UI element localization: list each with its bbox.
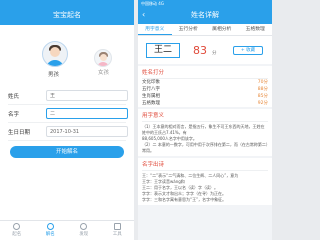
name-detail-screen: 中国移动 4G ‹ 姓名详解 用字意义 五行分析 属相分析 五格数理 王二 83… (138, 0, 272, 240)
girl-avatar-icon[interactable] (94, 49, 112, 67)
baby-naming-screen: 宝宝起名 男孩 女孩 姓氏 王 名字 二 生日日期 2017-10-31 开始解… (0, 0, 134, 240)
birthdate-label: 生日日期 (8, 130, 31, 136)
score-row: 文化印象 70分 (142, 80, 268, 85)
start-analysis-button[interactable]: 开始解名 (10, 146, 124, 158)
analysis-icon (46, 223, 54, 230)
score-row: 生肖属相 85分 (142, 94, 268, 99)
tab-numerology[interactable]: 五格数理 (239, 24, 273, 35)
tab-discover[interactable]: 发现 (67, 221, 101, 240)
detail-tabs: 用字意义 五行分析 属相分析 五格数理 (138, 24, 272, 36)
birthdate-row: 生日日期 2017-10-31 (8, 123, 128, 141)
tab-tools[interactable]: 工具 (101, 221, 135, 240)
meaning-section: 用字意义 （1）王本意的相对而言，是指五行，象生不可王东西的天地，王姓在姓中的王… (138, 109, 272, 156)
meaning-text: （1）王本意的相对而言，是指五行，象生不可王东西的天地，王姓在姓中的王氏占7.4… (142, 124, 268, 153)
girl-label[interactable]: 女孩 (98, 68, 109, 76)
tab-analysis[interactable]: 解名 (34, 221, 68, 240)
score-section: 姓名打分 文化印象 70分 五行八字 88分 生肖属相 85分 五格数理 92分 (138, 66, 272, 107)
score-row: 五格数理 92分 (142, 101, 268, 106)
section-title: 用字意义 (142, 109, 268, 122)
page-title: 姓名详解 (191, 11, 219, 19)
score-card: 王二 83 分 + 收藏 (138, 36, 272, 64)
poem-section: 名字出诗 王：“二”表示“二气清和、二位生辉、二人同心”，意为 王字：王字读音w… (138, 158, 272, 205)
page-header: ‹ 姓名详解 (138, 7, 272, 24)
score-row: 五行八字 88分 (142, 87, 268, 92)
page-title: 宝宝起名 (0, 7, 134, 25)
compass-icon (80, 223, 88, 230)
surname-label: 姓氏 (8, 94, 20, 100)
section-title: 名字出诗 (142, 158, 268, 171)
status-bar: 中国移动 4G (138, 0, 272, 7)
poem-text: 王：“二”表示“二气清和、二位生辉、二人同心”，意为 王字：王字读音wáng和 … (142, 173, 239, 202)
naming-icon (13, 223, 21, 230)
name-label: 名字 (8, 112, 20, 118)
status-bar (0, 0, 134, 7)
surname-input[interactable]: 王 (46, 90, 128, 101)
gender-selector: 男孩 女孩 (0, 25, 134, 87)
tab-zodiac[interactable]: 属相分析 (205, 24, 239, 35)
boy-avatar-icon[interactable] (42, 41, 68, 67)
birthdate-picker[interactable]: 2017-10-31 (46, 126, 128, 137)
back-icon[interactable]: ‹ (142, 7, 145, 23)
name-input[interactable]: 二 (46, 108, 128, 119)
tools-icon (113, 223, 121, 230)
tab-naming[interactable]: 起名 (0, 221, 34, 240)
section-title: 姓名打分 (142, 66, 268, 79)
tab-five-elements[interactable]: 五行分析 (172, 24, 206, 35)
collect-button[interactable]: + 收藏 (233, 46, 263, 55)
surname-row: 姓氏 王 (8, 87, 128, 105)
total-score: 83 (193, 44, 207, 57)
analyzed-name: 王二 (146, 43, 180, 58)
boy-label[interactable]: 男孩 (48, 70, 59, 78)
bottom-tab-bar: 起名 解名 发现 工具 (0, 220, 134, 240)
score-unit: 分 (212, 51, 217, 56)
name-row: 名字 二 (8, 105, 128, 123)
tab-meaning[interactable]: 用字意义 (138, 24, 172, 35)
